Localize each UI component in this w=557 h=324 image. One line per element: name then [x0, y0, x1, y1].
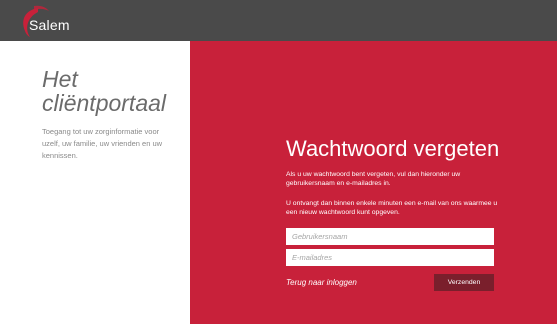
password-reset-panel: Wachtwoord vergeten Als u uw wachtwoord … [190, 41, 557, 324]
intro-title: Het cliëntportaal [42, 67, 190, 115]
brand-name: Salem [29, 17, 70, 33]
form-title: Wachtwoord vergeten [286, 136, 500, 161]
email-input[interactable] [286, 249, 494, 266]
top-bar: Salem [0, 0, 557, 41]
intro-title-line1: Het [42, 66, 78, 92]
form-instruction: Als u uw wachtwoord bent vergeten, vul d… [286, 171, 461, 187]
brand-logo[interactable]: Salem [16, 5, 86, 39]
submit-button[interactable]: Verzenden [434, 274, 494, 291]
back-to-login-link[interactable]: Terug naar inloggen [286, 278, 357, 287]
form-info: U ontvangt dan binnen enkele minuten een… [286, 200, 498, 216]
username-input[interactable] [286, 228, 494, 245]
intro-title-line2: cliëntportaal [42, 90, 167, 116]
intro-description: Toegang tot uw zorginformatie voor uzelf… [42, 127, 163, 160]
